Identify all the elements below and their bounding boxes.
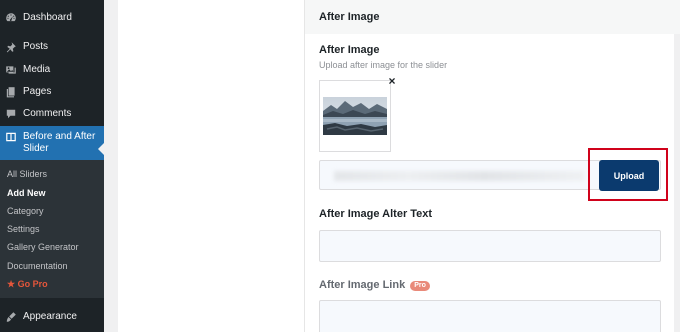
dashboard-icon	[5, 12, 17, 24]
sidebar-item-dashboard[interactable]: Dashboard	[0, 12, 104, 24]
sidebar-item-appearance[interactable]: Appearance	[0, 311, 104, 323]
highlight-box	[588, 148, 668, 201]
sidebar-item-label: Appearance	[23, 311, 77, 322]
sidebar-item-comments[interactable]: Comments	[0, 108, 104, 120]
submenu-item-add-new[interactable]: Add New	[7, 188, 46, 199]
sidebar-item-label: Media	[23, 64, 51, 75]
submenu-item-settings[interactable]: Settings	[7, 224, 40, 235]
sidebar-item-posts[interactable]: Posts	[0, 41, 104, 53]
sidebar-item-label: Before and After Slider	[23, 131, 96, 154]
sidebar-item-label: Comments	[23, 108, 72, 119]
slider-icon	[5, 131, 17, 143]
sidebar-item-media[interactable]: Media	[0, 64, 104, 76]
pro-badge: Pro	[410, 281, 430, 291]
sidebar-item-before-after-slider[interactable]: Before and After Slider	[0, 126, 104, 160]
submenu-item-category[interactable]: Category	[7, 206, 44, 217]
image-link-label: After Image Link Pro	[319, 279, 430, 291]
image-link-label-text: After Image Link	[319, 279, 406, 291]
pages-icon	[5, 86, 17, 98]
admin-sidebar: Dashboard Posts Media Pages Comments Bef…	[0, 0, 104, 332]
section-title: After Image	[319, 11, 380, 23]
submenu-item-documentation[interactable]: Documentation	[7, 261, 68, 272]
sidebar-item-label: Pages	[23, 86, 52, 97]
after-image-panel: After Image Upload after image for the s…	[304, 34, 674, 332]
section-header: After Image	[304, 0, 680, 34]
image-link-input[interactable]	[319, 300, 661, 332]
editor-column	[118, 0, 314, 332]
after-image-description: Upload after image for the slider	[319, 60, 448, 70]
remove-image-icon[interactable]: ×	[385, 74, 399, 88]
image-preview	[319, 80, 391, 152]
slider-submenu: All Sliders Add New Category Settings Ga…	[0, 160, 104, 298]
main-content: After Image After Image Upload after ima…	[104, 0, 680, 332]
sidebar-item-label: Posts	[23, 41, 49, 52]
pin-icon	[5, 41, 17, 53]
submenu-item-gallery-generator[interactable]: Gallery Generator	[7, 242, 79, 253]
blurred-url	[334, 171, 584, 181]
sidebar-item-label: Dashboard	[23, 12, 72, 23]
alt-text-label: After Image Alter Text	[319, 208, 433, 220]
paintbrush-icon	[5, 311, 17, 323]
submenu-item-all-sliders[interactable]: All Sliders	[7, 169, 47, 180]
sidebar-item-pages[interactable]: Pages	[0, 86, 104, 98]
alt-text-input[interactable]	[319, 230, 661, 262]
comments-icon	[5, 108, 17, 120]
submenu-item-go-pro[interactable]: ★ Go Pro	[7, 279, 48, 290]
media-icon	[5, 64, 17, 76]
after-image-label: After Image	[319, 44, 380, 56]
landscape-thumbnail	[323, 97, 387, 135]
